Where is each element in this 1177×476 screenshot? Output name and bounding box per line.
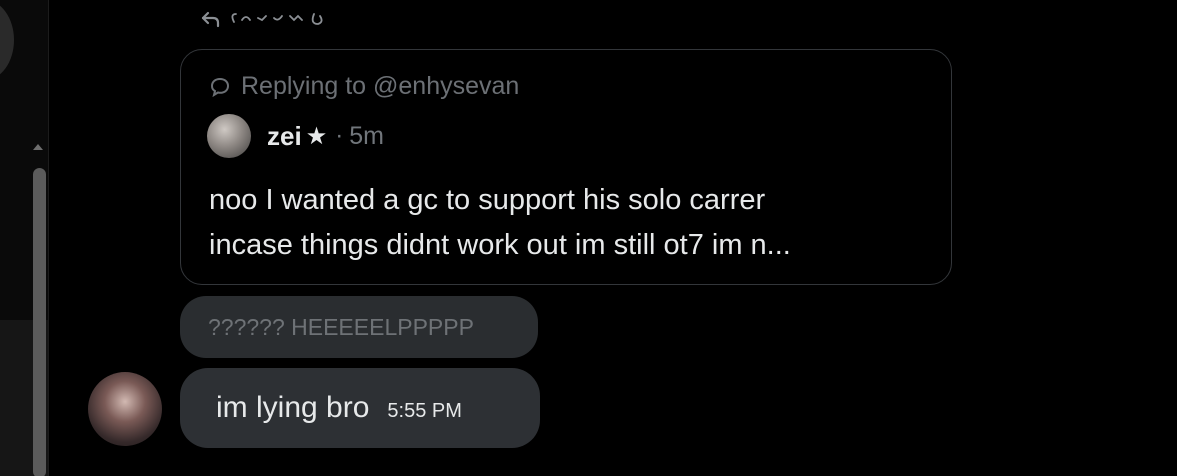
quoted-message-text: noo I wanted a gc to support his solo ca… — [209, 178, 929, 268]
separator-dot: · — [335, 122, 344, 149]
quoted-author-name[interactable]: zei — [267, 121, 302, 152]
reply-arrow-icon — [200, 10, 222, 28]
sidebar-avatar[interactable] — [0, 0, 14, 80]
scrollbar-thumb[interactable] — [33, 168, 46, 476]
speech-bubble-icon — [210, 77, 230, 97]
message-bubble-helping[interactable]: ?????? HEEEEELPPPPP — [180, 296, 538, 358]
quoted-author-row: zei ★ · 5m — [207, 114, 384, 158]
message-bubble-lying[interactable]: im lying bro 5:55 PM — [180, 368, 540, 448]
star-icon: ★ — [305, 122, 328, 150]
scroll-up-arrow-icon[interactable] — [33, 144, 43, 150]
quoted-author-avatar[interactable] — [207, 114, 251, 158]
quoted-time-ago: 5m — [349, 121, 384, 150]
sender-avatar[interactable] — [88, 372, 162, 446]
message-timestamp: 5:55 PM — [387, 399, 462, 422]
quoted-message-card[interactable]: Replying to @enhysevan zei ★ · 5m noo I … — [180, 49, 952, 285]
replying-to-label: Replying to @enhysevan — [209, 72, 519, 101]
left-sidebar — [0, 0, 49, 476]
quoted-text-line-2: incase things didnt work out im still ot… — [209, 229, 791, 261]
truncated-reply-text — [231, 13, 323, 25]
message-text: im lying bro — [216, 391, 370, 424]
replying-to-text: Replying to @enhysevan — [241, 72, 520, 100]
quoted-text-line-1: noo I wanted a gc to support his solo ca… — [209, 184, 766, 216]
message-text: ?????? HEEEEELPPPPP — [208, 313, 474, 340]
dm-conversation: Replying to @enhysevan zei ★ · 5m noo I … — [0, 0, 1177, 476]
previous-reply-preview[interactable] — [200, 6, 348, 32]
